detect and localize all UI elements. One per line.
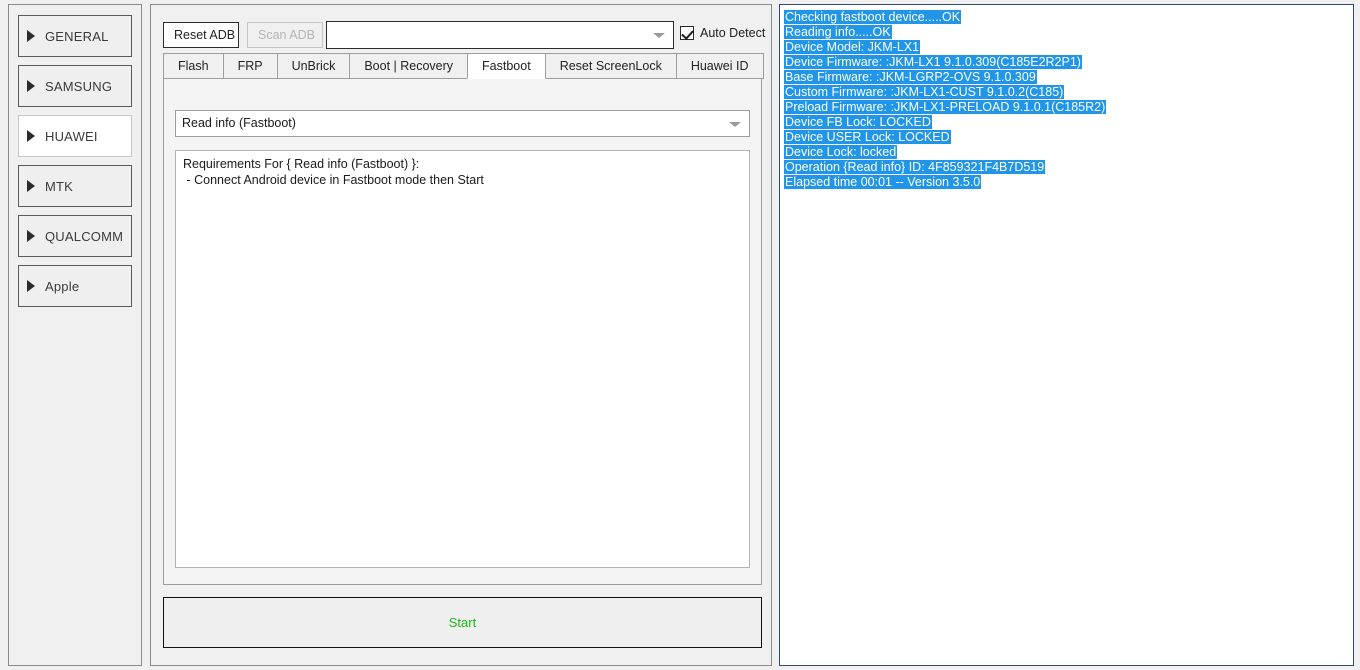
- scan-adb-button[interactable]: Scan ADB: [247, 22, 323, 48]
- tab-huawei-id[interactable]: Huawei ID: [676, 53, 764, 79]
- requirements-line: - Connect Android device in Fastboot mod…: [183, 172, 742, 188]
- chevron-right-icon: [27, 180, 35, 192]
- log-line-text: Checking fastboot device.....OK: [784, 10, 961, 24]
- log-line: Operation {Read info} ID: 4F859321F4B7D5…: [784, 160, 1349, 175]
- chevron-right-icon: [27, 30, 35, 42]
- sidebar-item-qualcomm[interactable]: QUALCOMM: [18, 215, 132, 257]
- main-panel: Reset ADB Scan ADB Auto Detect Flash FRP…: [150, 4, 772, 666]
- log-line-text: Device FB Lock: LOCKED: [784, 115, 932, 129]
- sidebar-item-label: MTK: [45, 179, 73, 194]
- log-line: Device Lock: locked: [784, 145, 1349, 160]
- requirements-textbox[interactable]: Requirements For { Read info (Fastboot) …: [175, 150, 750, 568]
- log-line-text: Device Lock: locked: [784, 145, 897, 159]
- sidebar: GENERAL SAMSUNG HUAWEI MTK QUALCOMM Appl…: [8, 4, 142, 666]
- tab-bar: Flash FRP UnBrick Boot | Recovery Fastbo…: [163, 53, 762, 80]
- chevron-right-icon: [27, 80, 35, 92]
- toolbar: Reset ADB Scan ADB Auto Detect: [151, 5, 773, 53]
- sidebar-item-label: SAMSUNG: [45, 79, 112, 94]
- tab-reset-screenlock[interactable]: Reset ScreenLock: [545, 53, 677, 79]
- log-line: Base Firmware: :JKM-LGRP2-OVS 9.1.0.309: [784, 70, 1349, 85]
- log-line-text: Device USER Lock: LOCKED: [784, 130, 951, 144]
- log-line-text: Operation {Read info} ID: 4F859321F4B7D5…: [784, 160, 1045, 174]
- sidebar-item-label: QUALCOMM: [45, 229, 123, 244]
- log-line-text: Elapsed time 00:01 -- Version 3.5.0: [784, 175, 981, 189]
- chevron-right-icon: [27, 280, 35, 292]
- chevron-right-icon: [27, 130, 35, 142]
- log-line: Preload Firmware: :JKM-LX1-PRELOAD 9.1.0…: [784, 100, 1349, 115]
- app-window: GENERAL SAMSUNG HUAWEI MTK QUALCOMM Appl…: [0, 0, 1360, 670]
- sidebar-item-label: Apple: [45, 279, 79, 294]
- log-line: Reading info.....OK: [784, 25, 1349, 40]
- log-line: Checking fastboot device.....OK: [784, 10, 1349, 25]
- auto-detect-checkbox[interactable]: Auto Detect: [680, 26, 765, 40]
- log-line-text: Device Firmware: :JKM-LX1 9.1.0.309(C185…: [784, 55, 1082, 69]
- log-line-text: Preload Firmware: :JKM-LX1-PRELOAD 9.1.0…: [784, 100, 1106, 114]
- start-button[interactable]: Start: [163, 597, 762, 648]
- operation-select[interactable]: Read info (Fastboot): [175, 110, 750, 137]
- log-line: Device Firmware: :JKM-LX1 9.1.0.309(C185…: [784, 55, 1349, 70]
- tab-frp[interactable]: FRP: [223, 53, 278, 79]
- chevron-right-icon: [27, 230, 35, 242]
- tab-fastboot[interactable]: Fastboot: [467, 53, 546, 79]
- log-line: Device USER Lock: LOCKED: [784, 130, 1349, 145]
- log-line-text: Base Firmware: :JKM-LGRP2-OVS 9.1.0.309: [784, 70, 1037, 84]
- chevron-down-icon: [653, 33, 665, 38]
- operation-select-value: Read info (Fastboot): [182, 116, 296, 130]
- sidebar-item-huawei[interactable]: HUAWEI: [18, 115, 132, 157]
- tab-unbrick[interactable]: UnBrick: [277, 53, 351, 79]
- tab-boot-recovery[interactable]: Boot | Recovery: [349, 53, 468, 79]
- log-line-text: Custom Firmware: :JKM-LX1-CUST 9.1.0.2(C…: [784, 85, 1064, 99]
- log-line: Device FB Lock: LOCKED: [784, 115, 1349, 130]
- log-line: Device Model: JKM-LX1: [784, 40, 1349, 55]
- auto-detect-label: Auto Detect: [700, 26, 765, 40]
- device-select[interactable]: [326, 21, 674, 49]
- sidebar-item-label: GENERAL: [45, 29, 109, 44]
- chevron-down-icon: [729, 122, 741, 127]
- log-line-text: Reading info.....OK: [784, 25, 892, 39]
- requirements-line: Requirements For { Read info (Fastboot) …: [183, 156, 742, 172]
- log-line-text: Device Model: JKM-LX1: [784, 40, 920, 54]
- sidebar-item-apple[interactable]: Apple: [18, 265, 132, 307]
- log-line: Elapsed time 00:01 -- Version 3.5.0: [784, 175, 1349, 190]
- sidebar-item-general[interactable]: GENERAL: [18, 15, 132, 57]
- tab-flash[interactable]: Flash: [163, 53, 224, 79]
- sidebar-item-samsung[interactable]: SAMSUNG: [18, 65, 132, 107]
- log-line: Custom Firmware: :JKM-LX1-CUST 9.1.0.2(C…: [784, 85, 1349, 100]
- reset-adb-button[interactable]: Reset ADB: [163, 22, 239, 48]
- sidebar-item-mtk[interactable]: MTK: [18, 165, 132, 207]
- sidebar-item-label: HUAWEI: [45, 129, 98, 144]
- log-output-panel[interactable]: Checking fastboot device.....OK Reading …: [779, 4, 1354, 666]
- checkmark-icon: [680, 26, 694, 40]
- tab-content-fastboot: Read info (Fastboot) Requirements For { …: [163, 79, 762, 585]
